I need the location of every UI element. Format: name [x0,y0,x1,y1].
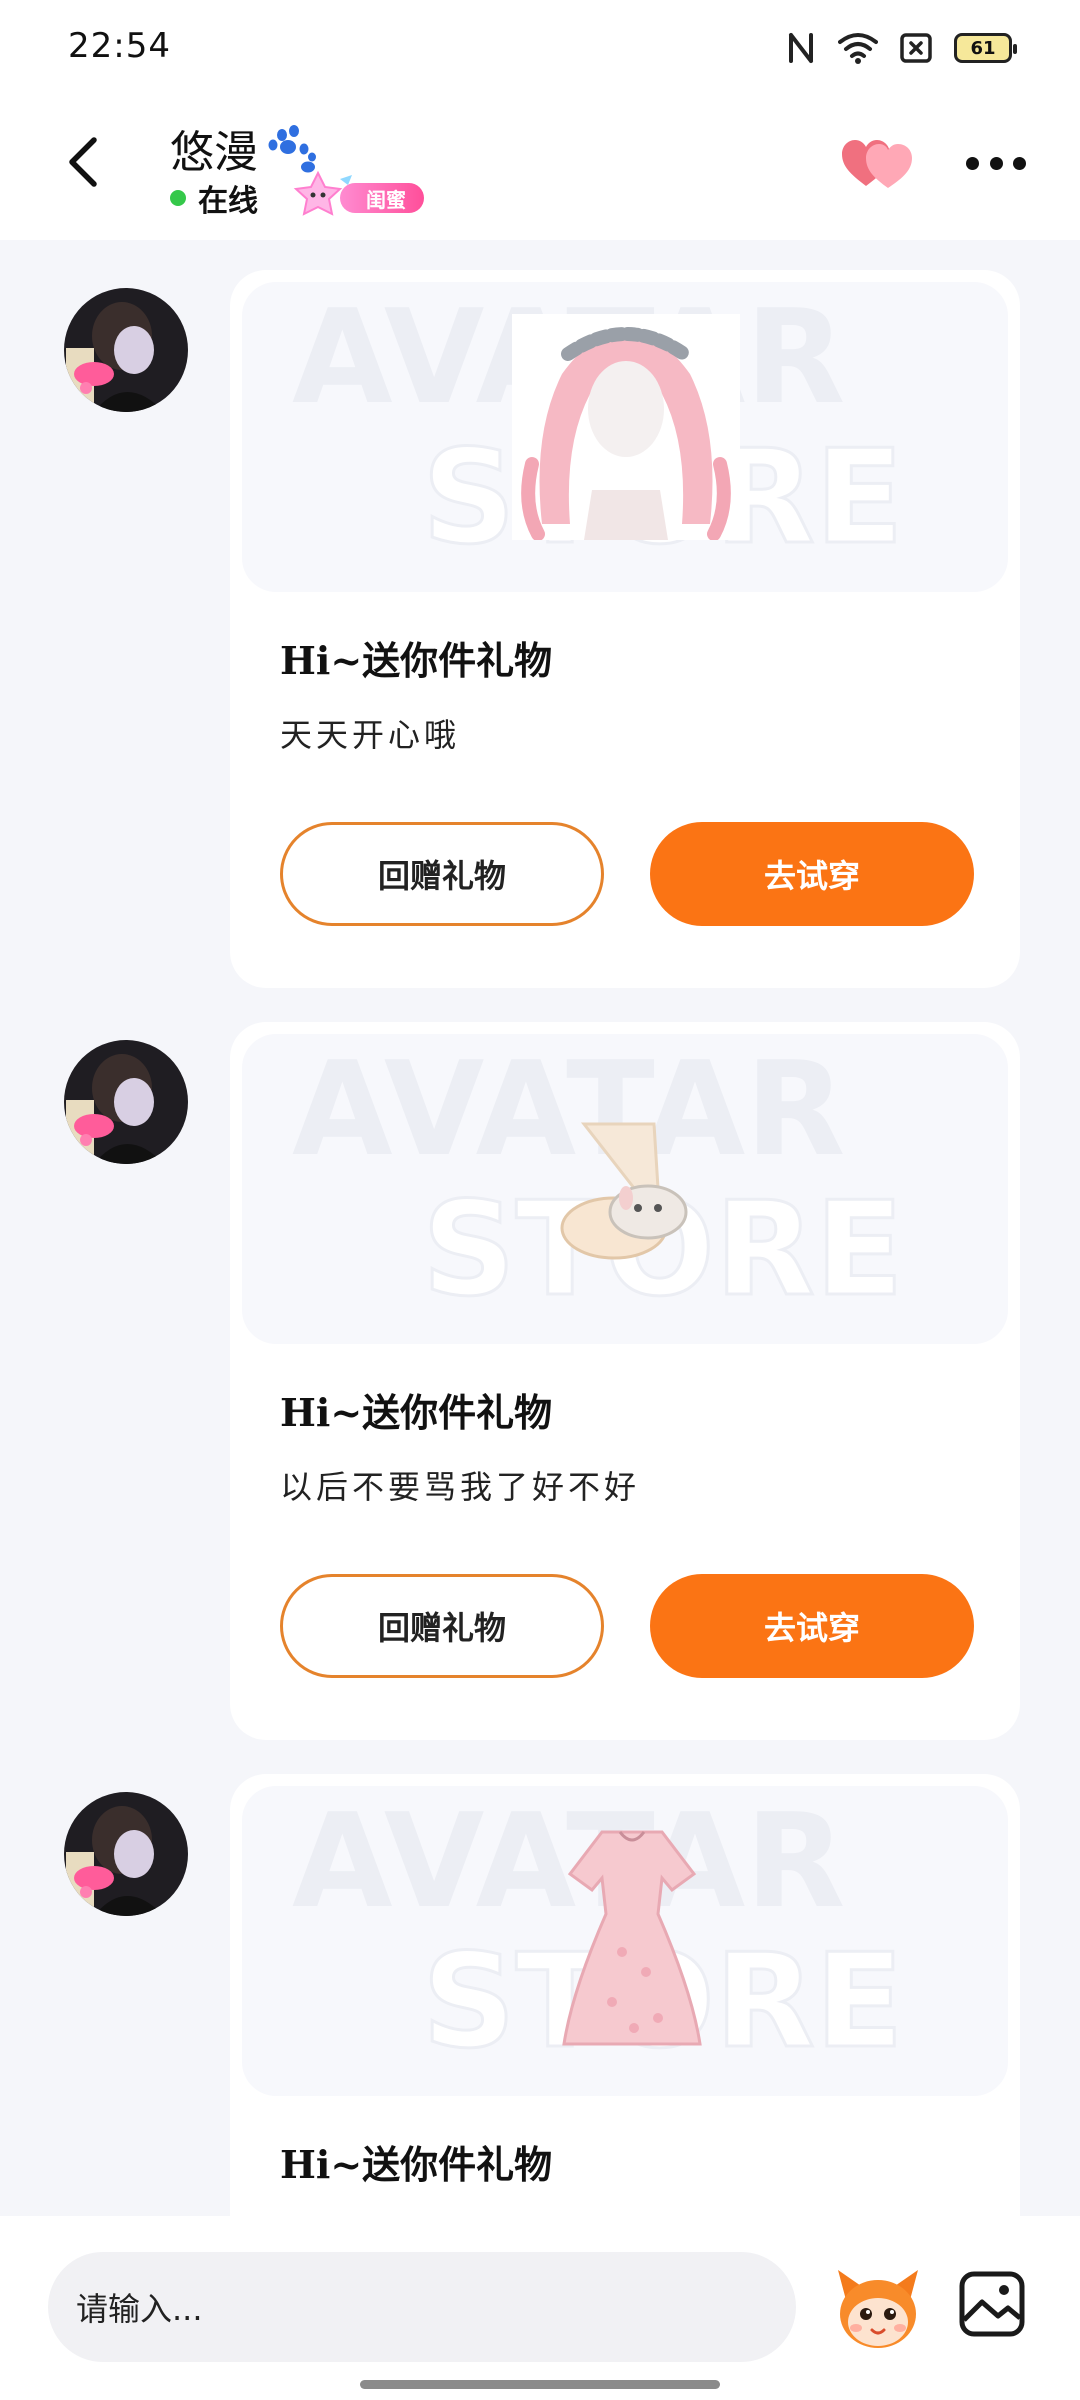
gift-item-hair-image [512,314,740,540]
gift-preview[interactable]: AVATAR STORE [242,282,1008,592]
battery-icon: 61 [954,33,1017,63]
relation-badge[interactable]: 闺蜜 [288,170,424,218]
more-dot [989,156,1003,170]
card-title: Hi~送你件礼物 [280,638,553,683]
status-time: 22:54 [68,26,171,66]
status-row: 在线 闺蜜 [170,170,424,219]
back-arrow-icon[interactable] [56,132,112,192]
paw-icon [268,125,316,173]
message-input[interactable]: 请输入... [48,2252,796,2362]
home-indicator[interactable] [360,2380,720,2389]
gift-item-socks-image [560,1122,688,1260]
hearts-icon[interactable] [840,136,916,192]
input-bar: 请输入... [0,2216,1080,2400]
card-title: Hi~送你件礼物 [280,2142,553,2187]
image-picker-icon[interactable] [958,2270,1026,2338]
relation-tag: 闺蜜 [340,183,424,213]
mascot-emoji-icon[interactable] [832,2260,924,2352]
battery-level: 61 [970,37,996,59]
card-title: Hi~送你件礼物 [280,1390,553,1435]
card-message: 以后不要骂我了好不好 [280,1468,641,1506]
status-icons: 61 [786,28,1017,68]
nfc-icon [789,33,813,63]
sender-avatar[interactable] [64,288,188,412]
gift-item-dress-image [562,1830,702,2046]
more-options-button[interactable] [966,148,1026,178]
chat-header: 悠漫 在线 闺蜜 [0,96,1080,240]
gift-preview[interactable]: AVATAR STORE [242,1786,1008,2096]
card-message: 天天开心哦 [280,716,461,754]
input-placeholder: 请输入... [76,2290,203,2328]
try-on-button[interactable]: 去试穿 [650,1574,974,1678]
more-dots-icon [966,156,979,170]
try-on-button[interactable]: 去试穿 [650,822,974,926]
online-dot [170,190,186,206]
more-dot [1013,156,1026,170]
sim-off-icon [900,33,932,63]
sender-avatar[interactable] [64,1792,188,1916]
gift-card: AVATAR STORE Hi~送你件礼物 天天开心哦 回赠礼物 去试穿 [230,270,1020,988]
contact-name-text: 悠漫 [170,127,258,178]
gift-preview[interactable]: AVATAR STORE [242,1034,1008,1344]
return-gift-button[interactable]: 回赠礼物 [280,1574,604,1678]
gift-card: AVATAR STORE Hi~送你件礼物 以后不要骂我了好不好 回赠礼物 去试… [230,1022,1020,1740]
wifi-icon [838,33,878,64]
online-status: 在线 [198,184,258,219]
status-bar: 22:54 61 [0,0,1080,96]
return-gift-button[interactable]: 回赠礼物 [280,822,604,926]
sender-avatar[interactable] [64,1040,188,1164]
